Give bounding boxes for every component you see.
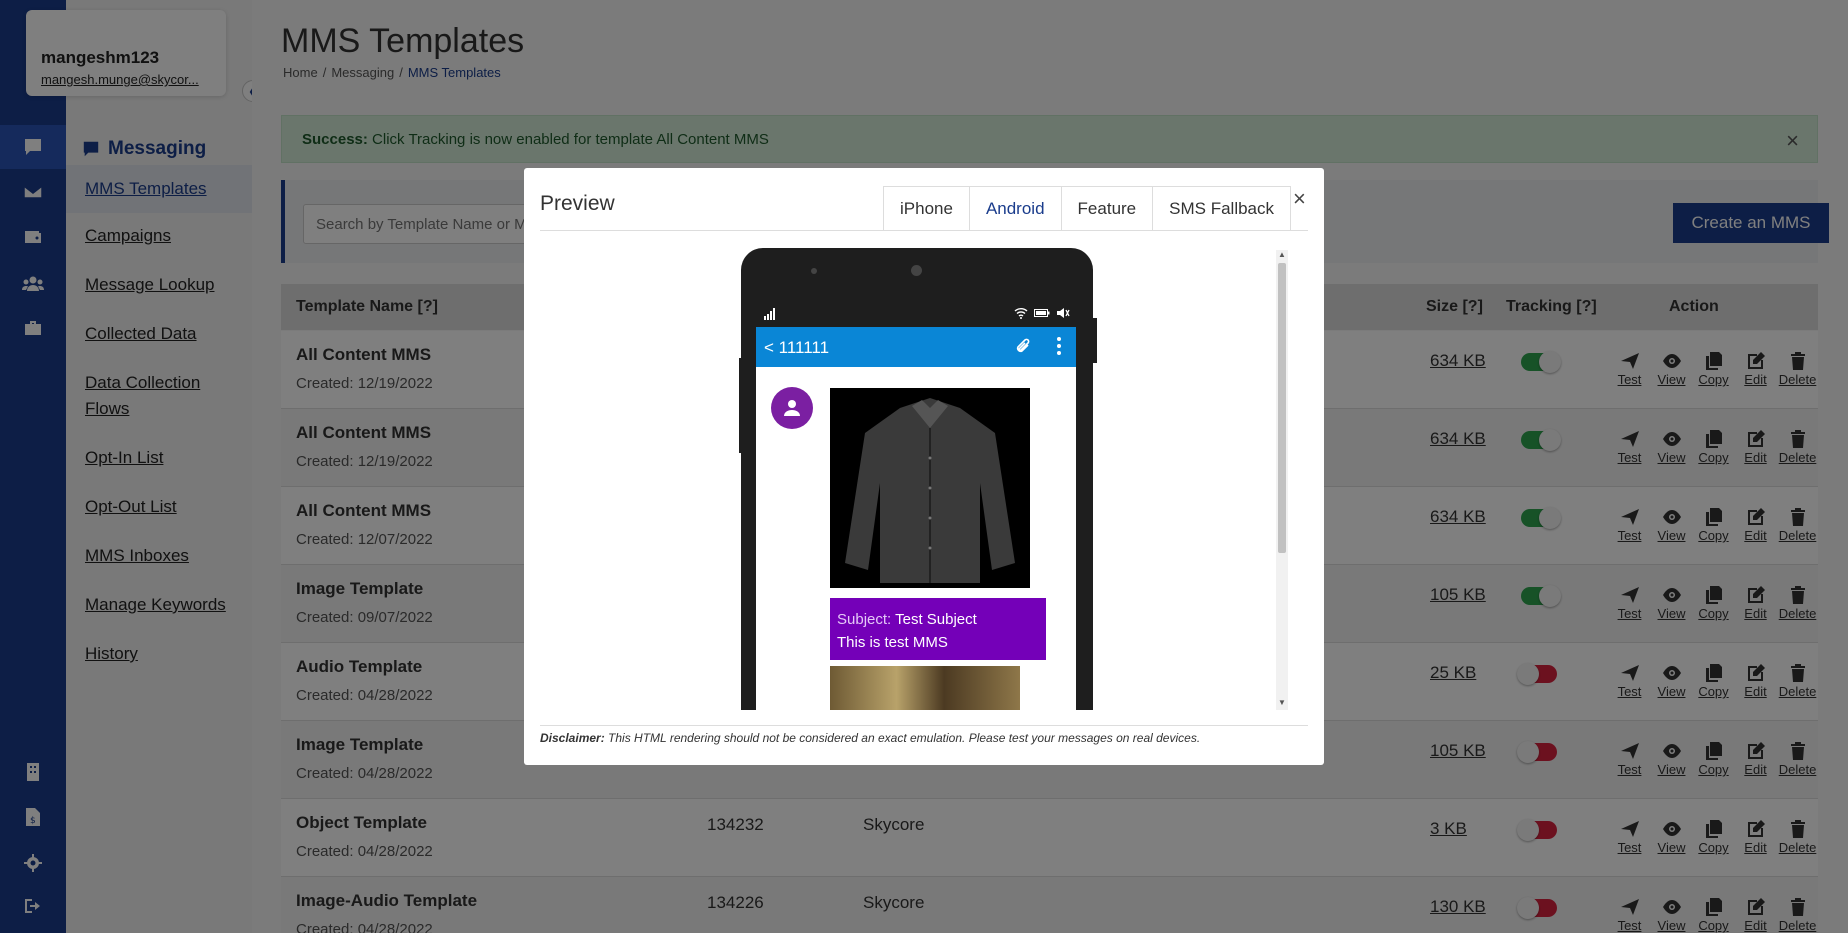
divider: [540, 230, 1308, 231]
phone-screen: < 111111 Subject: Test Subject This is t…: [756, 302, 1076, 710]
preview-scrollbar[interactable]: ▲ ▼: [1276, 250, 1288, 710]
subject-label: Subject:: [837, 611, 892, 628]
wifi-icon: [1014, 308, 1028, 319]
contact-number[interactable]: < 111111: [764, 338, 829, 358]
paperclip-icon[interactable]: [1014, 337, 1032, 357]
phone-sensor: [811, 268, 817, 274]
preview-modal: Preview iPhone Android Feature SMS Fallb…: [524, 168, 1324, 765]
tab-sms-fallback[interactable]: SMS Fallback: [1152, 186, 1292, 230]
volume-icon: [1057, 308, 1070, 318]
disclaimer: Disclaimer: This HTML rendering should n…: [540, 731, 1201, 745]
message-bubble: Subject: Test Subject This is test MMS: [830, 598, 1046, 660]
more-vert-icon[interactable]: [1056, 335, 1062, 357]
phone-camera: [911, 265, 922, 276]
scroll-down-arrow[interactable]: ▼: [1276, 698, 1288, 710]
phone-frame: < 111111 Subject: Test Subject This is t…: [741, 248, 1093, 710]
conversation-bar: < 111111: [756, 327, 1076, 367]
tab-android[interactable]: Android: [968, 186, 1062, 230]
scroll-up-arrow[interactable]: ▲: [1276, 250, 1288, 262]
tab-feature[interactable]: Feature: [1060, 186, 1154, 230]
divider: [540, 725, 1308, 726]
mms-image-thumbnail: [830, 666, 1020, 710]
message-body: This is test MMS: [837, 634, 948, 651]
contact-avatar: [771, 387, 813, 429]
tab-iphone[interactable]: iPhone: [883, 186, 970, 230]
signal-icon: [764, 308, 775, 320]
device-tabs: iPhone Android Feature SMS Fallback: [883, 186, 1292, 230]
status-bar: [756, 302, 1076, 327]
battery-icon: [1034, 309, 1050, 317]
mms-image-shirt: [830, 388, 1030, 588]
scroll-thumb[interactable]: [1278, 263, 1286, 553]
modal-close-button[interactable]: ×: [1293, 186, 1306, 212]
phone-preview: < 111111 Subject: Test Subject This is t…: [739, 248, 1099, 710]
person-icon: [784, 400, 800, 416]
subject-text: Test Subject: [895, 611, 977, 628]
modal-title: Preview: [540, 192, 615, 215]
